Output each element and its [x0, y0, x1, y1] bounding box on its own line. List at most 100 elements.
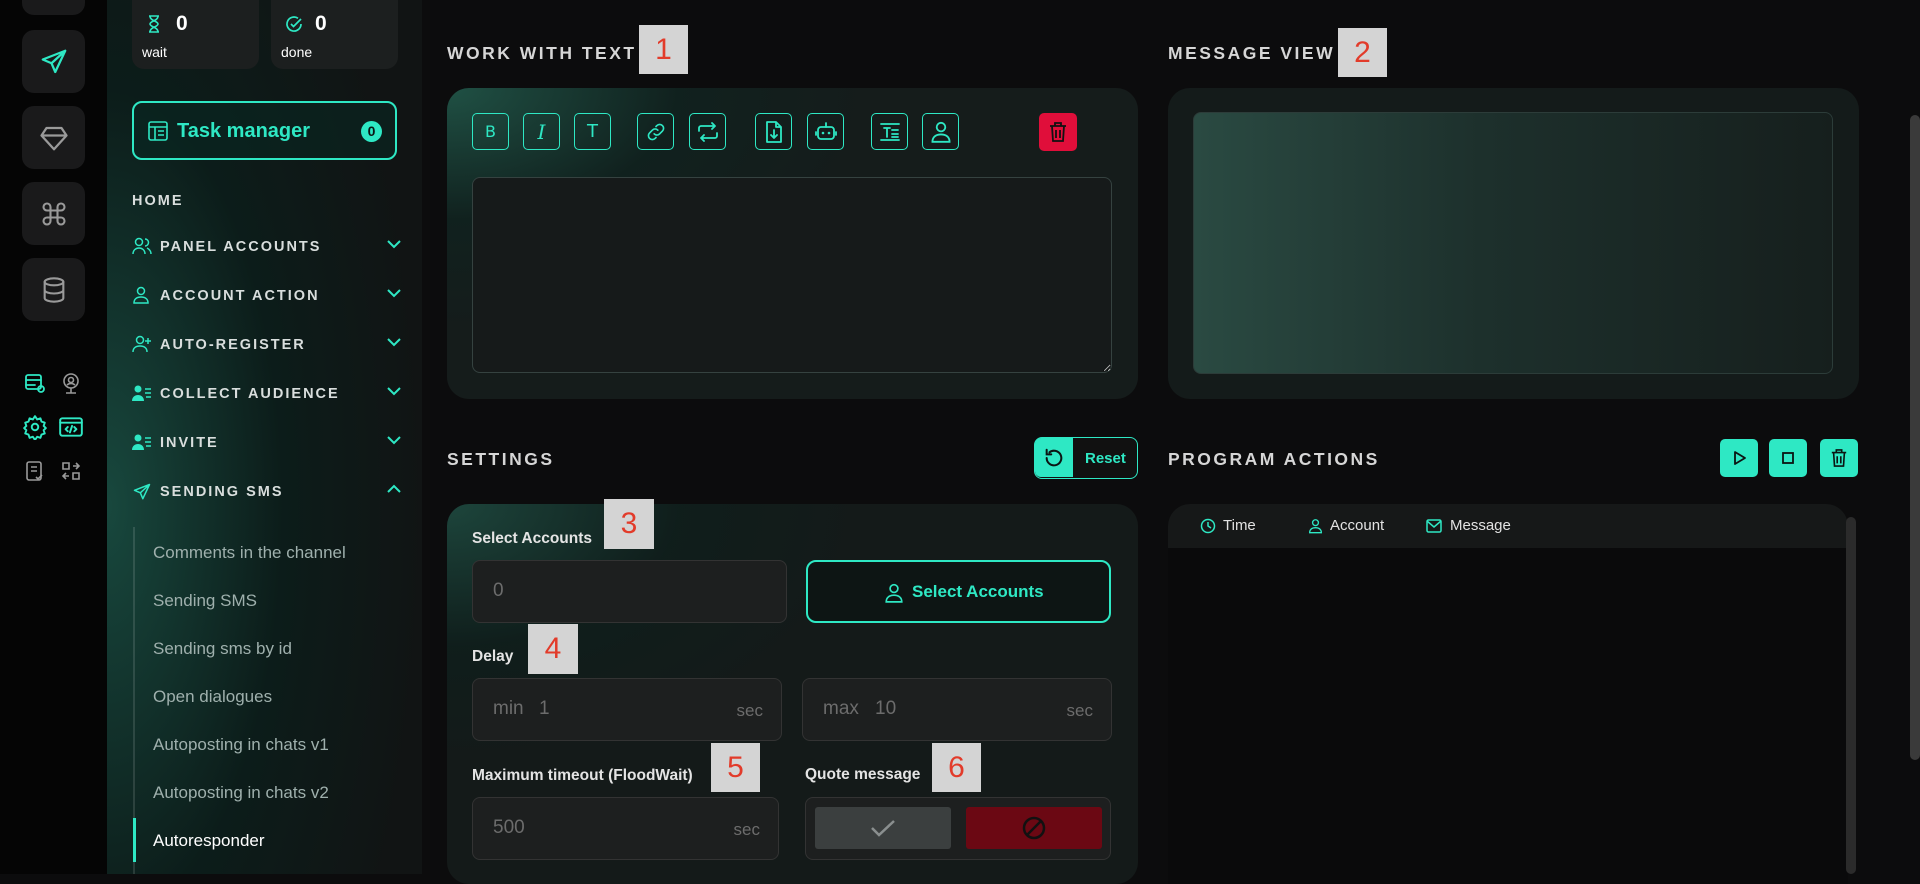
switch-arrows-icon[interactable]	[58, 458, 84, 484]
nav-account-action[interactable]: ACCOUNT ACTION	[132, 282, 402, 310]
code-window-icon[interactable]	[58, 414, 84, 440]
quote-message-label: Quote message	[805, 766, 921, 783]
delay-min-prefix: min	[493, 698, 524, 719]
program-actions-log	[1168, 504, 1848, 884]
chevron-down-icon	[387, 240, 401, 249]
stat-done: 0 done	[271, 0, 398, 69]
rail-diamond-button[interactable]	[22, 106, 85, 169]
nav-auto-register[interactable]: AUTO-REGISTER	[132, 331, 402, 359]
repeat-button[interactable]	[689, 113, 726, 150]
max-timeout-label: Maximum timeout (FloodWait)	[472, 767, 693, 784]
user-plus-icon	[132, 335, 151, 353]
annotation-marker: 6	[932, 743, 981, 792]
stat-done-value: 0	[315, 12, 327, 35]
annotation-marker: 4	[528, 624, 578, 674]
column-time: Time	[1223, 517, 1256, 534]
user-list-icon	[132, 434, 151, 450]
delay-max-unit: sec	[1066, 701, 1093, 720]
start-button[interactable]	[1720, 439, 1758, 477]
nav-home-label: HOME	[132, 193, 184, 209]
message-view-title: MESSAGE VIEW	[1168, 43, 1336, 63]
nav-account-action-label: ACCOUNT ACTION	[160, 288, 320, 304]
command-icon	[41, 201, 66, 226]
chevron-down-icon	[387, 436, 401, 445]
bot-button[interactable]	[807, 113, 844, 150]
user-mention-button[interactable]	[922, 113, 959, 150]
stop-icon	[1782, 452, 1794, 464]
delay-max-field[interactable]: max 10 sec	[802, 678, 1112, 741]
submenu-item[interactable]: Comments in the channel	[153, 543, 346, 563]
submenu-item[interactable]: Autoposting in chats v1	[153, 735, 329, 755]
file-download-icon	[765, 120, 782, 143]
task-list-icon[interactable]	[22, 458, 48, 484]
nav-home[interactable]: HOME	[132, 187, 402, 215]
text-align-icon	[879, 122, 900, 141]
forbidden-icon	[1022, 816, 1046, 840]
chevron-down-icon	[387, 387, 401, 396]
diamond-icon	[39, 126, 68, 150]
nav-panel-accounts[interactable]: PANEL ACCOUNTS	[132, 233, 402, 261]
text-button[interactable]: T	[574, 113, 611, 150]
users-icon	[132, 237, 152, 255]
submenu-item-active[interactable]: Autoresponder	[153, 831, 265, 851]
select-accounts-button[interactable]: Select Accounts	[806, 560, 1111, 623]
task-board-icon	[148, 121, 168, 141]
reset-label: Reset	[1085, 450, 1126, 467]
file-download-button[interactable]	[755, 113, 792, 150]
quote-disable-button[interactable]	[966, 807, 1102, 849]
stop-button[interactable]	[1769, 439, 1807, 477]
quote-enable-button[interactable]	[815, 807, 951, 849]
annotation-marker: 1	[639, 25, 688, 74]
text-label: T	[587, 121, 598, 142]
nav-invite-label: INVITE	[160, 435, 219, 451]
annotation-marker: 2	[1338, 28, 1387, 77]
submenu-item[interactable]: Sending sms by id	[153, 639, 292, 659]
send-icon	[41, 49, 66, 73]
submenu-item[interactable]: Sending SMS	[153, 591, 257, 611]
rail-command-button[interactable]	[22, 182, 85, 245]
nav-collect-audience-label: COLLECT AUDIENCE	[160, 386, 340, 402]
link-button[interactable]	[637, 113, 674, 150]
reset-icon	[1045, 448, 1063, 466]
play-icon	[1734, 451, 1746, 465]
annotation-marker: 3	[604, 499, 654, 549]
chevron-down-icon	[387, 289, 401, 298]
rail-database-button[interactable]	[22, 258, 85, 321]
user-icon	[1308, 519, 1323, 534]
page-scrollbar[interactable]	[1910, 115, 1920, 760]
clear-log-button[interactable]	[1820, 439, 1858, 477]
user-list-icon	[132, 385, 151, 401]
gear-icon[interactable]	[22, 414, 48, 440]
server-settings-icon[interactable]	[22, 370, 48, 396]
nav-collect-audience[interactable]: COLLECT AUDIENCE	[132, 380, 402, 408]
nav-sending-sms[interactable]: SENDING SMS	[132, 478, 402, 506]
chevron-up-icon	[387, 484, 401, 493]
delay-max-prefix: max	[823, 698, 859, 719]
delay-min-field[interactable]: min 1 sec	[472, 678, 782, 741]
task-manager-button[interactable]: Task manager 0	[132, 101, 397, 160]
submenu-item[interactable]: Open dialogues	[153, 687, 272, 707]
repeat-icon	[697, 121, 718, 142]
delay-label: Delay	[472, 648, 514, 665]
nav-auto-register-label: AUTO-REGISTER	[160, 337, 306, 353]
max-timeout-field[interactable]: 500 sec	[472, 797, 779, 860]
log-scrollbar[interactable]	[1846, 517, 1856, 874]
trash-icon	[1050, 122, 1066, 142]
bold-button[interactable]: B	[472, 113, 509, 150]
reset-button[interactable]: Reset	[1034, 437, 1138, 479]
account-pin-icon[interactable]	[58, 370, 84, 396]
message-text-editor[interactable]	[472, 177, 1112, 373]
submenu-active-indicator	[133, 818, 136, 862]
select-accounts-button-label: Select Accounts	[912, 582, 1044, 601]
user-icon	[931, 121, 950, 143]
italic-button[interactable]: I	[523, 113, 560, 150]
nav-invite[interactable]: INVITE	[132, 429, 402, 457]
bold-label: B	[485, 122, 496, 141]
submenu-item[interactable]: Autoposting in chats v2	[153, 783, 329, 803]
clear-text-button[interactable]	[1039, 113, 1077, 151]
rail-send-button[interactable]	[22, 30, 85, 93]
accounts-count-field[interactable]: 0	[472, 560, 787, 623]
text-format-button[interactable]	[871, 113, 908, 150]
rail-button-top[interactable]	[22, 0, 85, 15]
stat-done-label: done	[281, 44, 313, 60]
